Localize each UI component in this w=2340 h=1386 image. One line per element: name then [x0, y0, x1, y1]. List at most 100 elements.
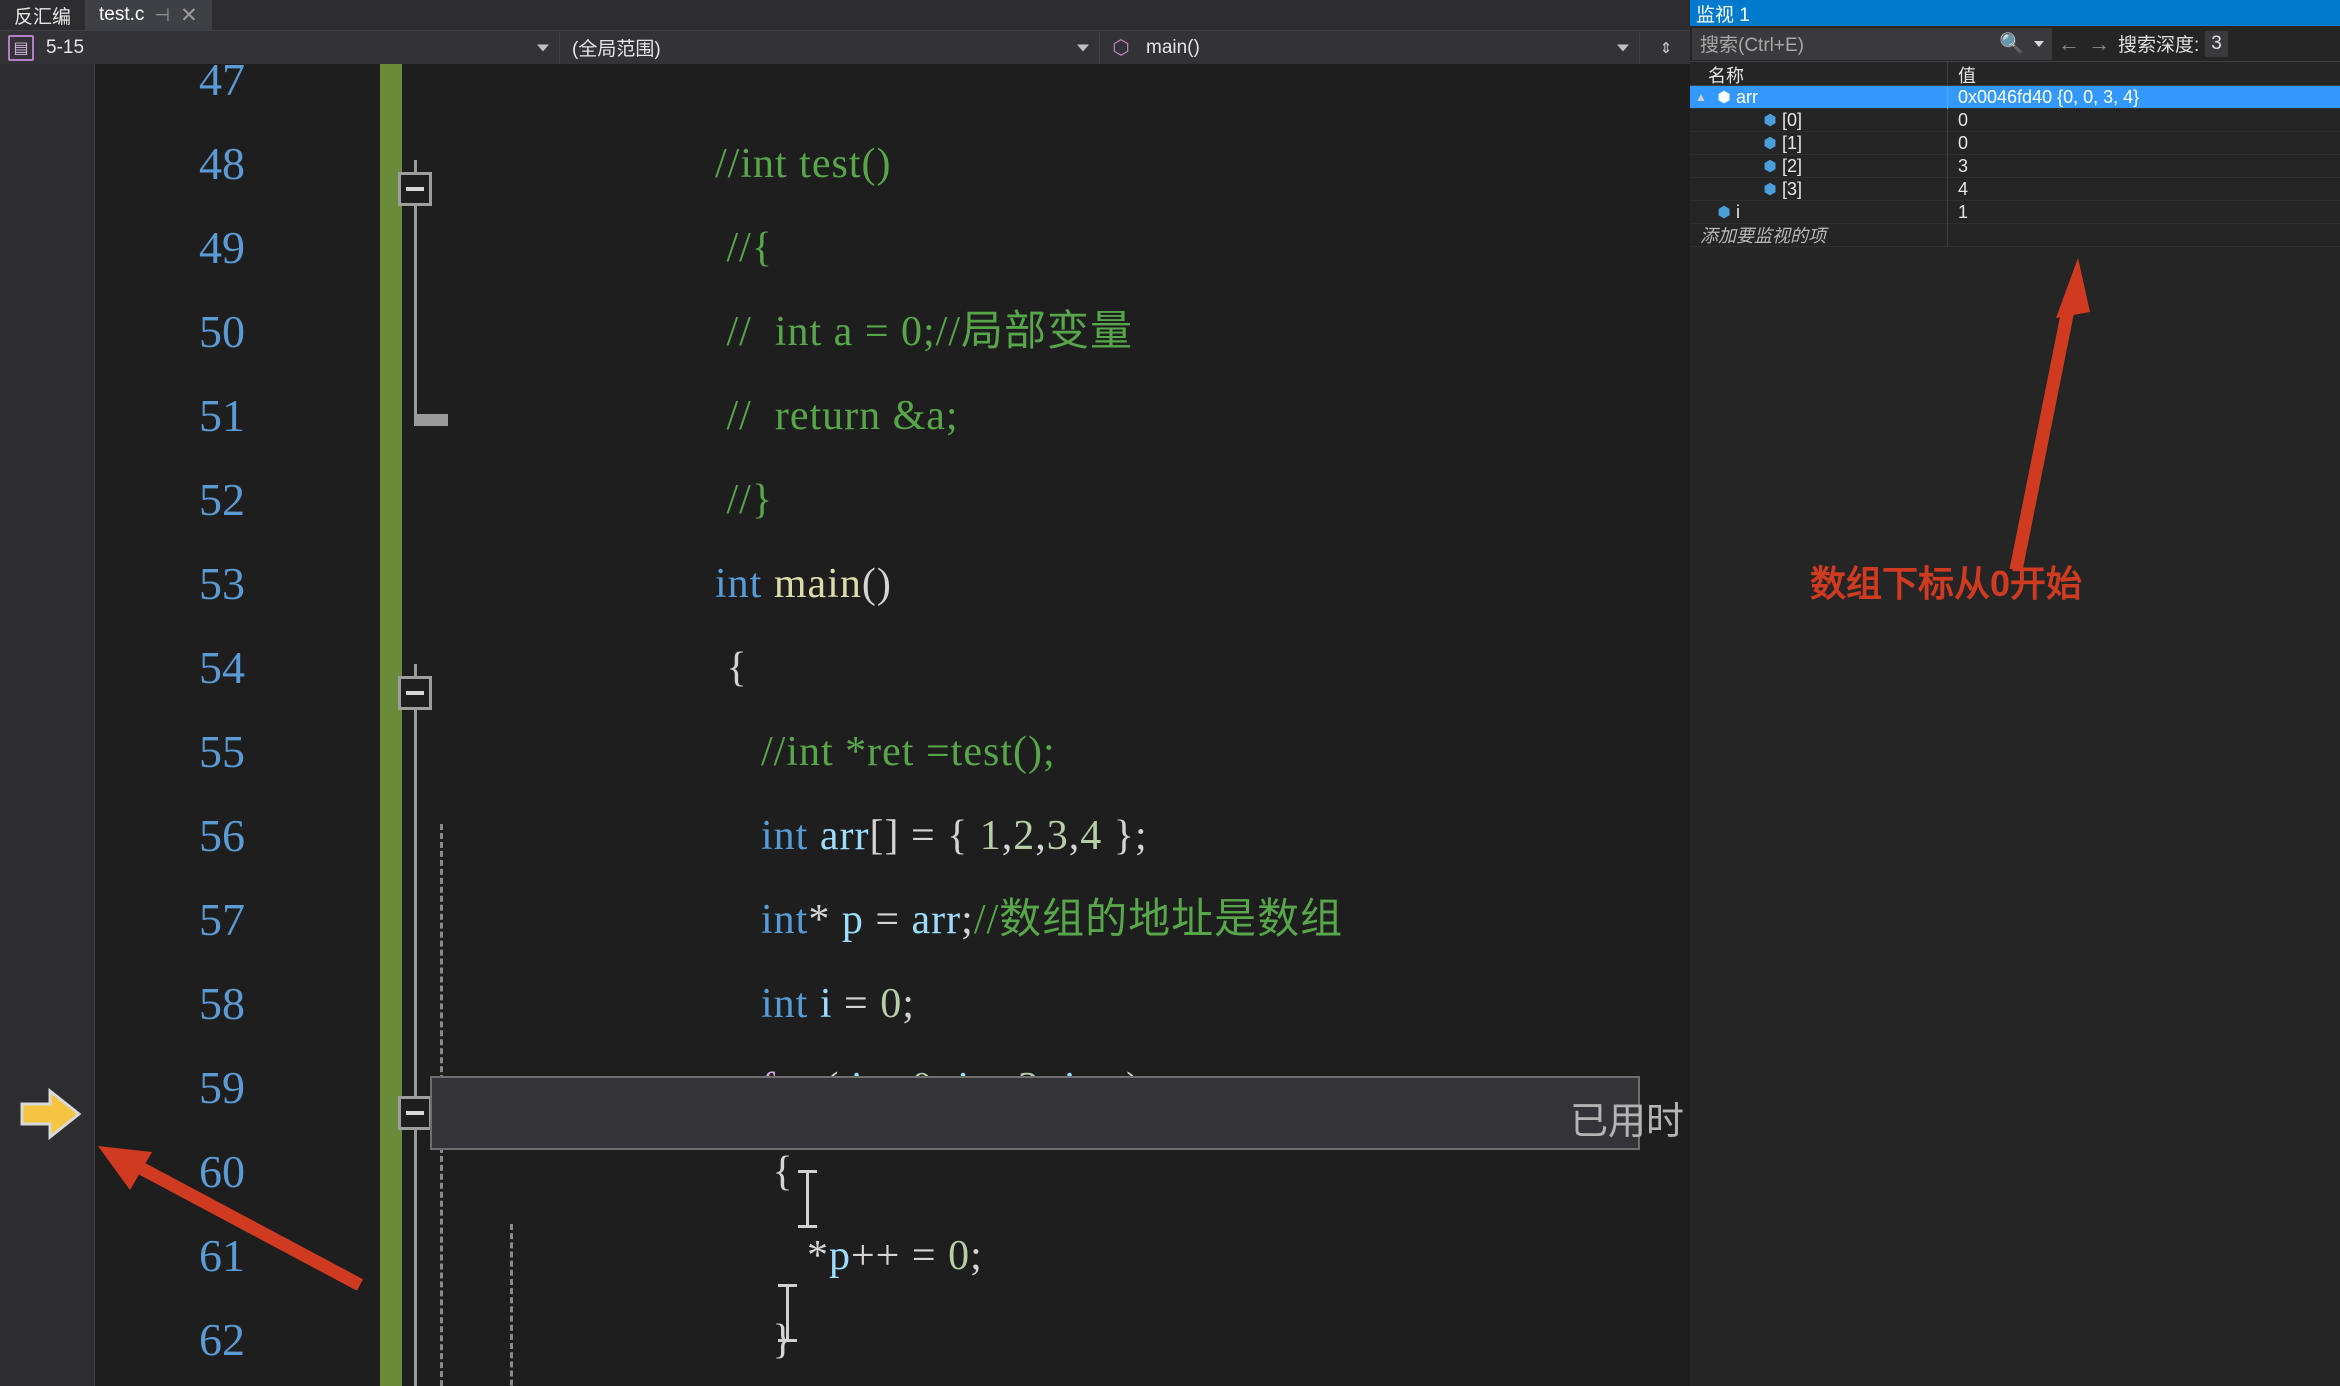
cube-icon: ⬡	[1112, 37, 1130, 59]
breakpoint-margin[interactable]	[0, 64, 95, 1386]
code-line[interactable]: *p++ = 0;	[715, 1214, 983, 1298]
watch-row-name-cell[interactable]: ⬢ [2]	[1690, 154, 1948, 178]
code-line[interactable]: {	[715, 626, 748, 710]
column-header-name: 名称	[1690, 62, 1948, 86]
watch-row-name-cell[interactable]: ▲ ⬢ arr	[1690, 85, 1948, 109]
watch-row[interactable]: ⬢ [1] 0	[1690, 131, 2340, 155]
watch-panel-title: 监视 1	[1690, 0, 2340, 26]
code-editor[interactable]: 47 48 49 50 51 52 53 54 55 56 57 58 59 60 61 62 //int t…	[0, 64, 1690, 1386]
cube-icon: ⬢	[1763, 112, 1777, 129]
function-dropdown[interactable]: ⬡ main()	[1100, 31, 1640, 64]
watch-row[interactable]: ⬢ [3] 4	[1690, 177, 2340, 201]
navigation-bar: ▤ 5-15 (全局范围) ⬡ main() ⇕	[0, 30, 1690, 64]
code-line[interactable]: //{	[715, 206, 773, 290]
watch-row-name: arr	[1736, 86, 1758, 107]
scope-dropdown[interactable]: (全局范围)	[560, 31, 1100, 64]
watch-row-name: i	[1736, 201, 1740, 222]
line-number: 62	[199, 1314, 245, 1365]
cube-icon: ⬢	[1717, 204, 1731, 221]
watch-search-input[interactable]: 搜索(Ctrl+E) 🔍	[1692, 27, 2052, 60]
code-token: =	[863, 897, 912, 943]
cube-icon: ⬢	[1763, 135, 1777, 152]
collapse-toggle-48[interactable]	[398, 172, 432, 206]
watch-row-name-cell[interactable]: ⬢ [3]	[1690, 177, 1948, 201]
execution-arrow-icon	[20, 1088, 82, 1140]
code-token: //数组的地址是数组	[973, 897, 1344, 943]
watch-row-name-cell[interactable]: ⬢ [0]	[1690, 108, 1948, 132]
code-token: int	[761, 813, 809, 859]
tab-disassembly[interactable]: 反汇编	[0, 0, 85, 30]
code-token: =	[832, 981, 881, 1027]
code-line[interactable]: //}	[715, 458, 773, 542]
line-number: 61	[199, 1230, 245, 1281]
code-token: ,	[1001, 813, 1014, 859]
watch-row-name: [0]	[1782, 109, 1803, 130]
code-token: int	[761, 981, 809, 1027]
chevron-down-icon[interactable]	[2034, 40, 2044, 47]
code-line[interactable]: // int a = 0;//局部变量	[715, 290, 1133, 374]
search-prev-button[interactable]: ←	[2054, 31, 2084, 57]
project-dropdown[interactable]: ▤ 5-15	[0, 31, 560, 64]
watch-toolbar: 搜索(Ctrl+E) 🔍 ← → 搜索深度: 3	[1690, 26, 2340, 62]
cube-icon: ⬢	[1717, 89, 1731, 106]
search-depth-value[interactable]: 3	[2205, 30, 2228, 57]
pin-icon[interactable]: ⊣	[154, 6, 170, 24]
watch-row-name: [1]	[1782, 132, 1803, 153]
line-number: 57	[199, 894, 245, 945]
watch-row[interactable]: ▲ ⬢ arr 0x0046fd40 {0, 0, 3, 4}	[1690, 85, 2340, 109]
chevron-down-icon[interactable]	[1077, 44, 1089, 51]
line-number: 53	[199, 558, 245, 609]
text-cursor	[798, 1170, 817, 1228]
code-line[interactable]: int main()	[715, 542, 892, 626]
watch-rows-container: ▲ ⬢ arr 0x0046fd40 {0, 0, 3, 4} ⬢ [0] 0 ⬢ [1] 0 ⬢ […	[1690, 85, 2340, 224]
code-token: [] = {	[869, 813, 980, 859]
watch-row-name-cell[interactable]: ⬢ [1]	[1690, 131, 1948, 155]
tab-label: 反汇编	[14, 6, 72, 28]
watch-row-value[interactable]: 0	[1948, 133, 2340, 154]
code-line[interactable]: //int test()	[715, 122, 891, 206]
watch-row[interactable]: ⬢ i 1	[1690, 200, 2340, 224]
watch-row-name: [3]	[1782, 178, 1803, 199]
watch-row-value[interactable]: 1	[1948, 202, 2340, 223]
chevron-down-icon[interactable]	[1617, 44, 1629, 51]
code-token: };	[1102, 813, 1148, 859]
code-token: ;	[902, 981, 915, 1027]
code-line[interactable]: // return &a;	[715, 374, 959, 458]
line-number-gutter: 47 48 49 50 51 52 53 54 55 56 57 58 59 60 61 62	[95, 64, 285, 1386]
code-line[interactable]: //int *ret =test();	[715, 710, 1056, 794]
watch-row[interactable]: ⬢ [2] 3	[1690, 154, 2340, 178]
code-line[interactable]: int arr[] = { 1,2,3,4 };	[715, 794, 1148, 878]
split-view-button[interactable]: ⇕	[1646, 33, 1686, 63]
watch-row-value[interactable]: 4	[1948, 179, 2340, 200]
expander-icon[interactable]: ▲	[1690, 90, 1712, 104]
watch-add-item-row[interactable]: 添加要监视的项	[1690, 223, 2340, 247]
watch-row-name-cell[interactable]: ⬢ i	[1690, 200, 1948, 224]
watch-row-value[interactable]: 0x0046fd40 {0, 0, 3, 4}	[1948, 87, 2340, 108]
chevron-down-icon[interactable]	[537, 44, 549, 51]
code-token: arr	[911, 897, 962, 943]
code-line[interactable]: int* p = arr;//数组的地址是数组	[715, 878, 1343, 962]
watch-row[interactable]: ⬢ [0] 0	[1690, 108, 2340, 132]
code-token: i	[819, 981, 833, 1027]
search-icon[interactable]: 🔍	[1999, 31, 2024, 56]
watch-row-value[interactable]: 0	[1948, 110, 2340, 131]
close-icon[interactable]: ✕	[180, 5, 198, 26]
perf-tip-label: 已用时	[1569, 1101, 1684, 1143]
code-token: //{	[715, 225, 773, 271]
project-dropdown-value: 5-15	[46, 36, 85, 58]
text-cursor-secondary	[778, 1284, 797, 1342]
code-token: {	[715, 1149, 794, 1195]
watch-row-value[interactable]: 3	[1948, 156, 2340, 177]
code-token: {	[715, 645, 748, 691]
tab-test-c[interactable]: test.c ⊣ ✕	[85, 0, 212, 30]
search-next-button[interactable]: →	[2084, 31, 2114, 57]
collapse-toggle-53[interactable]	[398, 676, 432, 710]
code-line[interactable]: int i = 0;	[715, 962, 915, 1046]
code-text-area[interactable]: //int test() //{ // int a = 0;//局部变量 // …	[285, 64, 1690, 1386]
code-token: // return &a;	[715, 393, 959, 439]
collapse-toggle-59[interactable]	[398, 1096, 432, 1130]
